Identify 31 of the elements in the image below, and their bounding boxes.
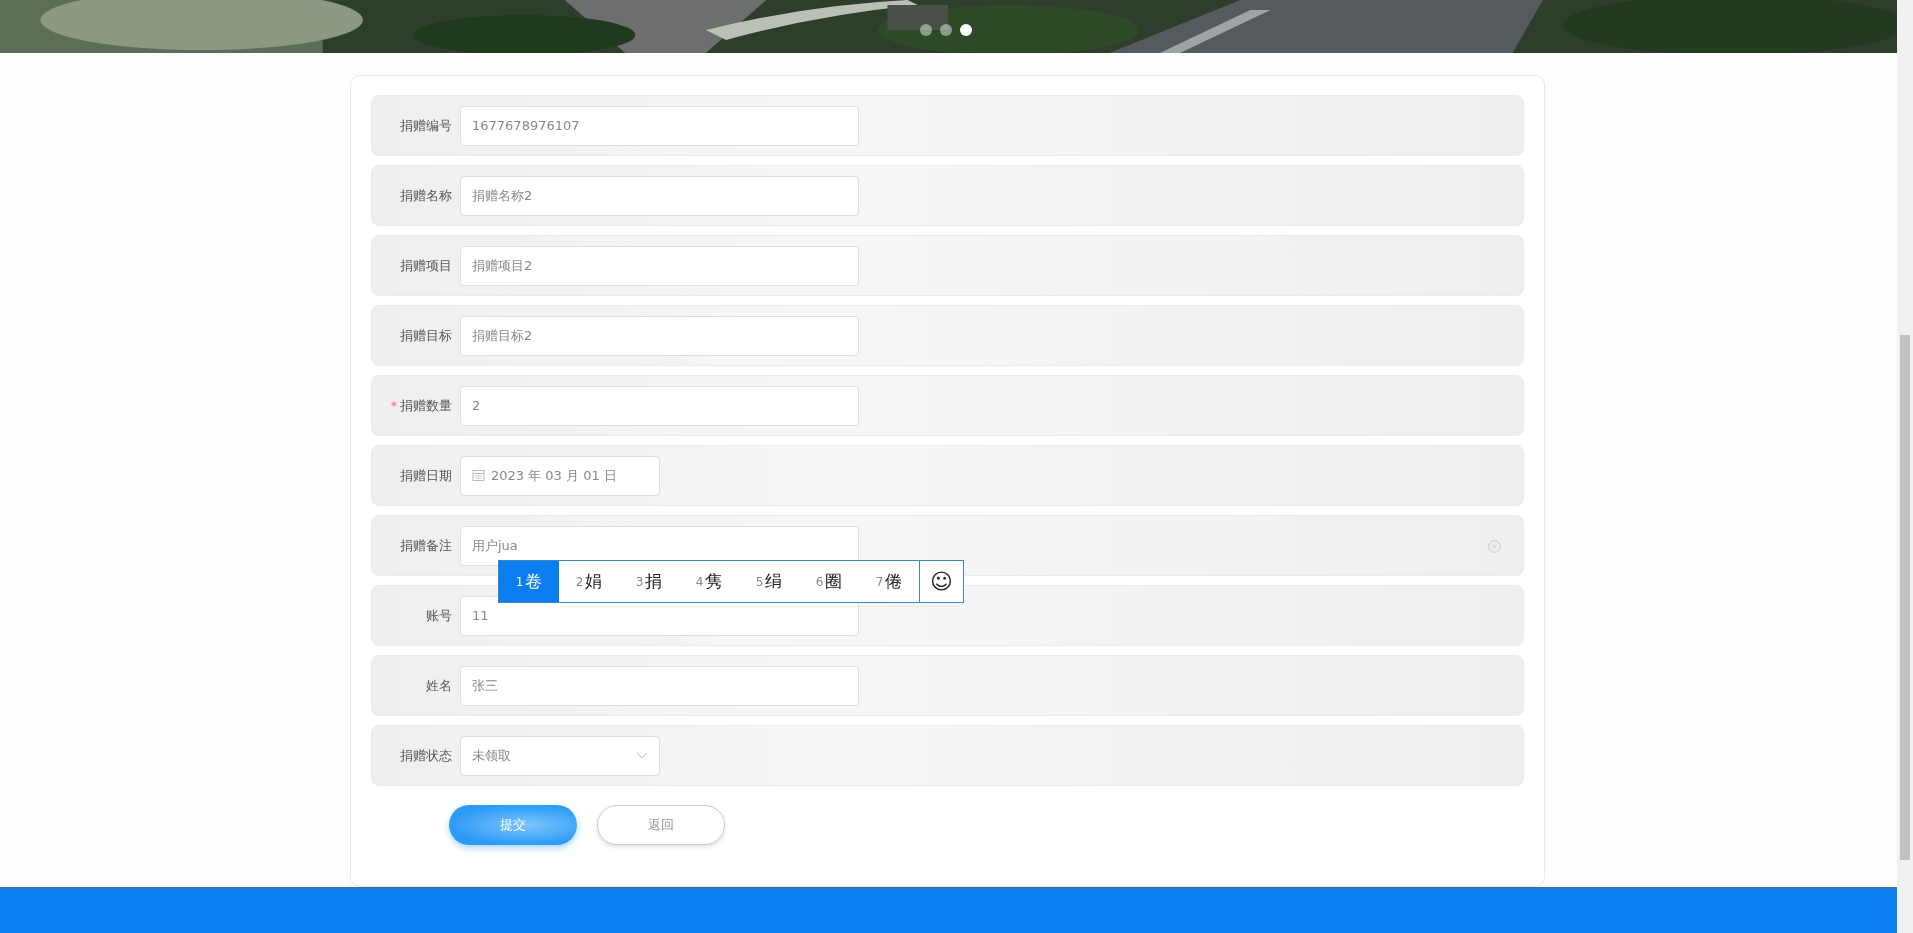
submit-button[interactable]: 提交	[449, 805, 577, 845]
back-button[interactable]: 返回	[597, 805, 725, 845]
required-mark: *	[391, 398, 397, 413]
field-label: 捐赠日期	[399, 466, 453, 485]
input-field[interactable]: 2	[460, 385, 859, 426]
chevron-down-icon	[636, 752, 648, 759]
field-label: 捐赠项目	[399, 256, 453, 275]
calendar-icon	[472, 469, 485, 482]
input-field[interactable]: 张三	[460, 665, 859, 706]
ime-candidate[interactable]: 7倦	[859, 561, 919, 602]
field-label: 捐赠目标	[399, 326, 453, 345]
input-field[interactable]: 捐赠目标2	[460, 315, 859, 356]
field-label: * 捐赠数量	[390, 396, 453, 415]
ime-candidate[interactable]: 1卷	[499, 561, 559, 602]
field-label: 姓名	[425, 676, 453, 695]
date-field[interactable]: 2023 年 03 月 01 日	[460, 455, 660, 496]
field-label: 捐赠名称	[399, 186, 453, 205]
field-label: 捐赠状态	[399, 746, 453, 765]
select-field[interactable]: 未领取	[460, 735, 660, 776]
emoji-button[interactable]: ☺	[919, 561, 963, 602]
scrollbar-thumb[interactable]	[1900, 335, 1910, 860]
field-label: 账号	[425, 606, 453, 625]
input-field[interactable]: 捐赠项目2	[460, 245, 859, 286]
carousel-dot[interactable]	[920, 24, 932, 36]
field-label: 捐赠备注	[399, 536, 453, 555]
field-label: 捐赠编号	[399, 116, 453, 135]
scrollbar[interactable]	[1897, 0, 1913, 933]
input-field[interactable]: 用户jua	[460, 525, 859, 566]
carousel-dot[interactable]	[940, 24, 952, 36]
input-field[interactable]: 捐赠名称2	[460, 175, 859, 216]
input-field[interactable]: 1677678976107	[460, 105, 859, 146]
